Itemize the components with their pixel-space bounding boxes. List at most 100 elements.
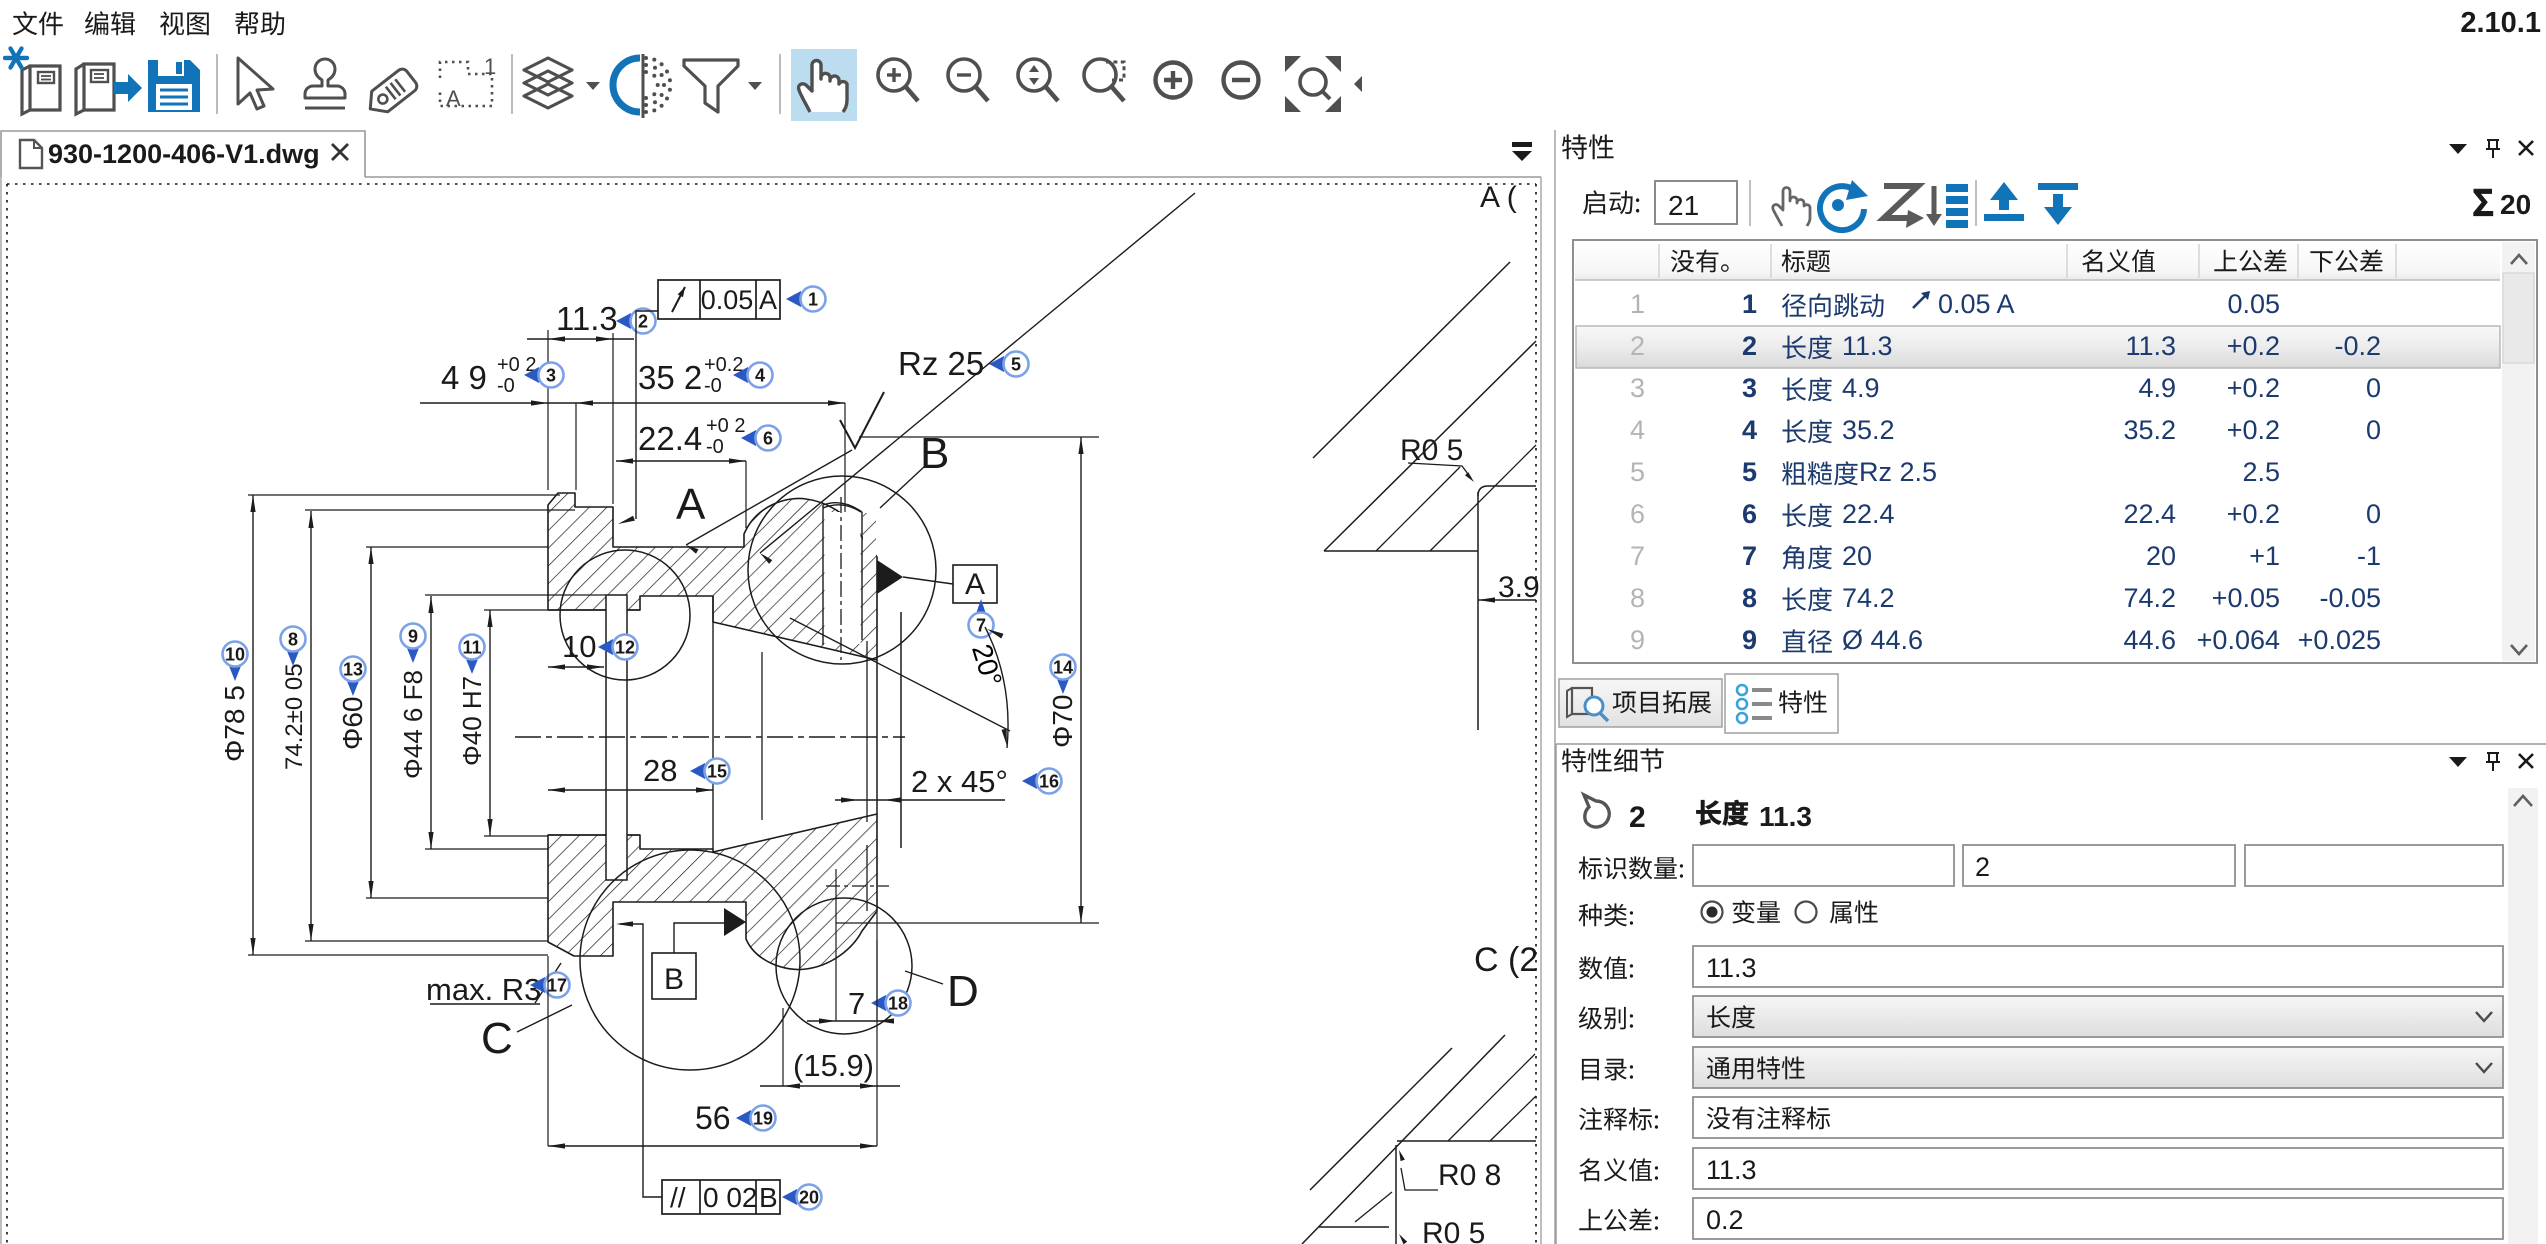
svg-text:B: B	[920, 429, 949, 478]
svg-text:20: 20	[2500, 189, 2531, 220]
svg-text:35 2: 35 2	[638, 359, 702, 396]
svg-text:11.3: 11.3	[1842, 331, 1893, 361]
svg-text:74.2±0 05: 74.2±0 05	[281, 663, 308, 770]
svg-text:Φ70: Φ70	[1047, 695, 1078, 748]
svg-text:22.4: 22.4	[2123, 499, 2176, 529]
svg-text:2 x 45°: 2 x 45°	[911, 764, 1008, 799]
svg-text:2: 2	[1975, 852, 1990, 882]
svg-text:A (: A (	[1480, 181, 1517, 214]
svg-text:3: 3	[1742, 373, 1757, 403]
svg-text:930-1200-406-V1.dwg: 930-1200-406-V1.dwg	[48, 139, 320, 169]
svg-text:Φ44 6 F8: Φ44 6 F8	[398, 670, 428, 779]
svg-text:44.6: 44.6	[2123, 625, 2176, 655]
svg-text:-0: -0	[497, 375, 515, 397]
svg-text:+0.05: +0.05	[2212, 583, 2280, 613]
svg-text:9: 9	[1742, 625, 1757, 655]
svg-text:2: 2	[1630, 331, 1645, 361]
svg-text:+0 2: +0 2	[706, 415, 745, 437]
svg-text:C (2: C (2	[1474, 941, 1538, 979]
svg-text:Φ78 5: Φ78 5	[219, 685, 250, 762]
svg-text://: //	[670, 1182, 686, 1213]
svg-text:11.3: 11.3	[1706, 1155, 1757, 1185]
svg-text:15: 15	[707, 762, 727, 782]
svg-text:2.5: 2.5	[2242, 457, 2280, 487]
svg-text:6: 6	[1630, 499, 1645, 529]
svg-text:5: 5	[1011, 355, 1021, 375]
svg-text:4: 4	[1630, 415, 1645, 445]
svg-text:17: 17	[547, 976, 567, 996]
svg-text:A: A	[965, 568, 985, 601]
svg-text:R0 8: R0 8	[1438, 1159, 1501, 1192]
svg-text:16: 16	[1039, 772, 1059, 792]
svg-text:7: 7	[1630, 541, 1645, 571]
svg-text:Φ60: Φ60	[337, 697, 368, 750]
svg-text:74.2: 74.2	[1842, 583, 1895, 613]
svg-text:R0 5: R0 5	[1400, 434, 1463, 467]
svg-text:35.2: 35.2	[1842, 415, 1895, 445]
svg-text:(15.9): (15.9)	[793, 1048, 874, 1083]
svg-text:B: B	[759, 1182, 778, 1213]
svg-text:12: 12	[615, 638, 635, 658]
svg-text:0: 0	[2366, 499, 2381, 529]
svg-text:+0.2: +0.2	[2227, 373, 2280, 403]
svg-text:A: A	[759, 285, 777, 315]
svg-text:4 9: 4 9	[441, 359, 487, 396]
svg-text:9: 9	[1630, 625, 1645, 655]
svg-text:3.9: 3.9	[1498, 571, 1540, 604]
svg-text:3: 3	[1630, 373, 1645, 403]
svg-text:0.05: 0.05	[701, 285, 754, 315]
svg-text:11.3: 11.3	[2125, 331, 2176, 361]
svg-text:2: 2	[638, 312, 648, 332]
svg-text:B: B	[664, 963, 684, 996]
svg-text:0.2: 0.2	[1706, 1205, 1744, 1235]
svg-text:-1: -1	[2357, 541, 2381, 571]
svg-text:28: 28	[643, 753, 677, 788]
svg-text:+0.2: +0.2	[2227, 331, 2280, 361]
svg-text:8: 8	[1630, 583, 1645, 613]
svg-text:13: 13	[343, 660, 363, 680]
svg-text:9: 9	[408, 627, 418, 647]
svg-text:7: 7	[976, 616, 986, 636]
svg-text:3: 3	[546, 366, 556, 386]
svg-text:+0.025: +0.025	[2298, 625, 2381, 655]
svg-text:-0.2: -0.2	[2334, 331, 2381, 361]
svg-text:7: 7	[1742, 541, 1757, 571]
svg-text:Φ40 H7: Φ40 H7	[457, 676, 487, 766]
svg-text:1: 1	[484, 54, 496, 79]
svg-text:8: 8	[1742, 583, 1757, 613]
svg-text:2: 2	[1742, 331, 1757, 361]
svg-text:11: 11	[462, 638, 481, 658]
svg-text:0: 0	[2366, 373, 2381, 403]
svg-text:2.10.1: 2.10.1	[2460, 7, 2541, 39]
svg-text:Rz 2.5: Rz 2.5	[1859, 457, 1937, 487]
svg-text:6: 6	[763, 429, 773, 449]
svg-text:20: 20	[799, 1188, 819, 1208]
svg-text:5: 5	[1742, 457, 1757, 487]
svg-text:-0.05: -0.05	[2319, 583, 2381, 613]
svg-text:+0.2: +0.2	[2227, 415, 2280, 445]
svg-text:D: D	[947, 967, 979, 1016]
svg-text:+0.064: +0.064	[2197, 625, 2280, 655]
svg-text:4: 4	[755, 366, 765, 386]
svg-text:C: C	[481, 1014, 513, 1063]
svg-text:2: 2	[1629, 801, 1646, 834]
svg-text:11.3: 11.3	[556, 300, 618, 337]
svg-text:R0 5: R0 5	[1422, 1217, 1485, 1244]
svg-text:Rz 25: Rz 25	[898, 345, 984, 382]
svg-text:0.05: 0.05	[2227, 289, 2280, 319]
svg-text:0 02: 0 02	[703, 1182, 758, 1213]
svg-text:7: 7	[848, 986, 865, 1021]
svg-text:14: 14	[1053, 658, 1073, 678]
svg-text:11.3: 11.3	[1759, 801, 1812, 832]
svg-text:74.2: 74.2	[2123, 583, 2176, 613]
svg-text:8: 8	[288, 630, 298, 650]
svg-text:22.4: 22.4	[638, 420, 702, 457]
svg-text:1: 1	[808, 290, 818, 310]
svg-text:+1: +1	[2249, 541, 2280, 571]
svg-text:1: 1	[1630, 289, 1645, 319]
svg-text:5: 5	[1630, 457, 1645, 487]
svg-text:21: 21	[1668, 190, 1699, 221]
svg-text:22.4: 22.4	[1842, 499, 1895, 529]
svg-text:56: 56	[695, 1100, 731, 1136]
svg-text:18: 18	[888, 994, 908, 1014]
